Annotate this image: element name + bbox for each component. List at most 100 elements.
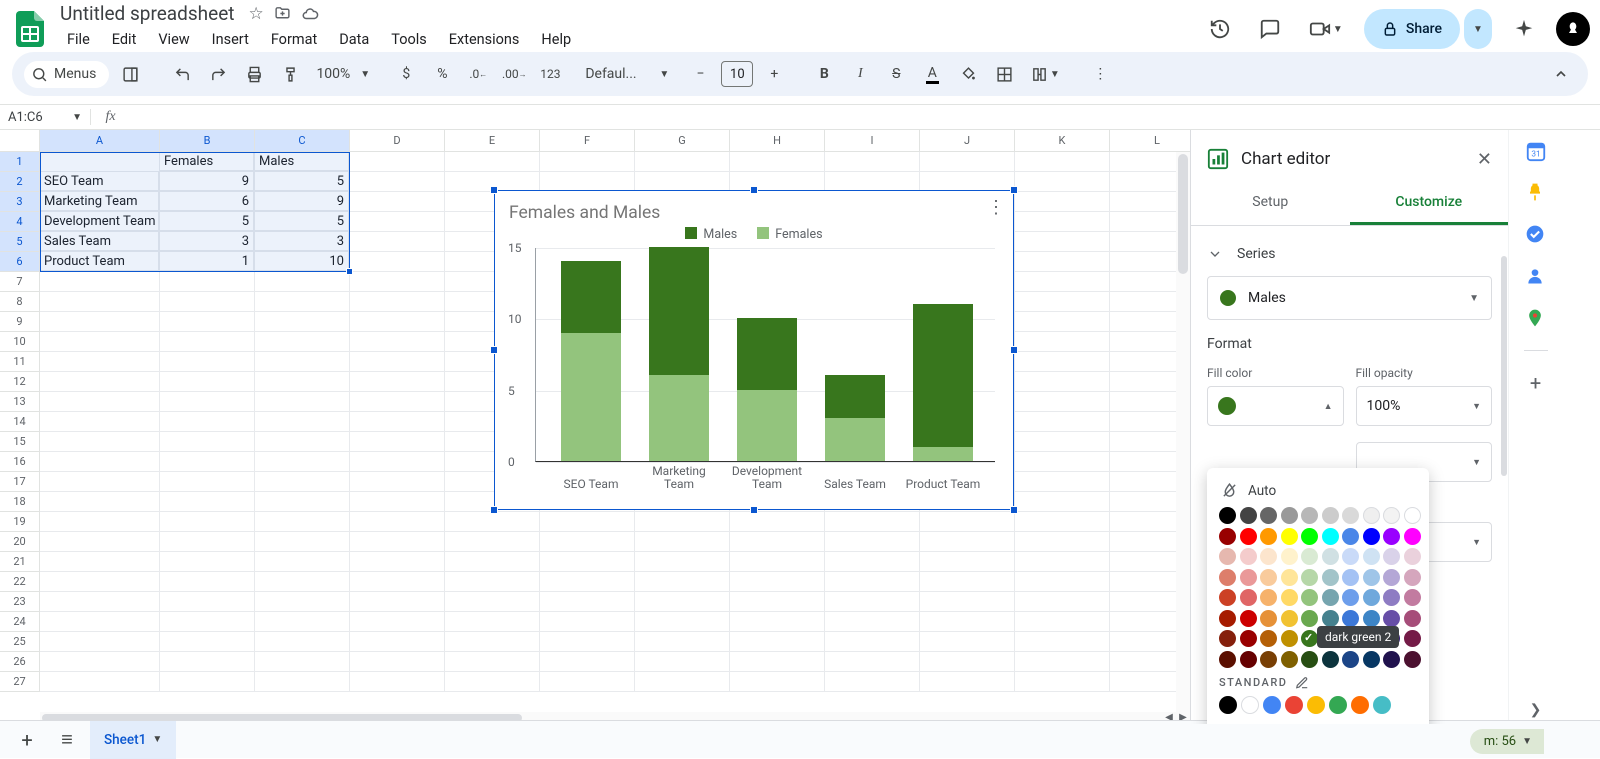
color-swatch[interactable]: [1342, 528, 1359, 545]
color-swatch[interactable]: [1219, 507, 1236, 524]
redo-button[interactable]: [203, 59, 233, 89]
strike-button[interactable]: S: [881, 59, 911, 89]
menu-extensions[interactable]: Extensions: [440, 27, 529, 52]
color-swatch[interactable]: [1383, 528, 1400, 545]
all-sheets-button[interactable]: ≡: [50, 723, 84, 757]
col-header-E[interactable]: E: [445, 130, 540, 152]
cell[interactable]: Females: [160, 152, 254, 171]
sidebar-scrollbar[interactable]: [1500, 226, 1508, 724]
menu-data[interactable]: Data: [330, 27, 378, 52]
row-header-22[interactable]: 22: [0, 572, 40, 592]
color-swatch[interactable]: [1322, 610, 1339, 627]
cell[interactable]: Marketing Team: [40, 192, 159, 211]
color-swatch[interactable]: [1301, 548, 1318, 565]
menu-tools[interactable]: Tools: [382, 27, 436, 52]
pencil-icon[interactable]: [1295, 676, 1309, 690]
color-swatch[interactable]: [1342, 507, 1359, 524]
color-swatch[interactable]: [1363, 610, 1380, 627]
row-header-1[interactable]: 1: [0, 152, 40, 172]
color-swatch[interactable]: [1301, 651, 1318, 668]
standard-color-swatch[interactable]: [1351, 696, 1369, 714]
collapse-toolbar-button[interactable]: [1546, 59, 1576, 89]
color-swatch[interactable]: [1301, 528, 1318, 545]
color-swatch[interactable]: [1342, 569, 1359, 586]
account-avatar[interactable]: [1556, 12, 1590, 46]
color-swatch[interactable]: [1240, 651, 1257, 668]
color-swatch[interactable]: [1281, 630, 1298, 647]
bold-button[interactable]: B: [809, 59, 839, 89]
color-swatch[interactable]: [1219, 548, 1236, 565]
color-swatch[interactable]: [1301, 507, 1318, 524]
color-swatch[interactable]: [1301, 630, 1318, 647]
row-header-15[interactable]: 15: [0, 432, 40, 452]
row-header-8[interactable]: 8: [0, 292, 40, 312]
standard-color-swatch[interactable]: [1373, 696, 1391, 714]
standard-color-swatch[interactable]: [1219, 696, 1237, 714]
selection-handle[interactable]: [346, 268, 353, 275]
currency-button[interactable]: $: [391, 59, 421, 89]
hide-rail-button[interactable]: ❯: [1530, 702, 1542, 718]
color-swatch[interactable]: [1383, 569, 1400, 586]
color-swatch[interactable]: [1383, 507, 1400, 524]
color-swatch[interactable]: [1301, 610, 1318, 627]
row-header-10[interactable]: 10: [0, 332, 40, 352]
color-swatch[interactable]: [1240, 589, 1257, 606]
row-header-27[interactable]: 27: [0, 672, 40, 692]
cell[interactable]: 5: [255, 172, 349, 191]
undo-button[interactable]: [167, 59, 197, 89]
color-swatch[interactable]: [1404, 528, 1421, 545]
share-button[interactable]: Share: [1364, 9, 1460, 49]
menu-format[interactable]: Format: [262, 27, 326, 52]
menu-edit[interactable]: Edit: [103, 27, 146, 52]
menu-insert[interactable]: Insert: [203, 27, 258, 52]
color-swatch[interactable]: [1383, 651, 1400, 668]
color-swatch[interactable]: [1240, 569, 1257, 586]
percent-button[interactable]: %: [427, 59, 457, 89]
color-swatch[interactable]: [1219, 589, 1236, 606]
menu-view[interactable]: View: [149, 27, 198, 52]
color-swatch[interactable]: [1240, 610, 1257, 627]
series-select[interactable]: Males ▼: [1207, 276, 1492, 320]
cloud-status-icon[interactable]: [301, 5, 319, 23]
row-header-21[interactable]: 21: [0, 552, 40, 572]
add-sheet-button[interactable]: +: [10, 723, 44, 757]
color-swatch[interactable]: [1342, 589, 1359, 606]
color-swatch[interactable]: [1301, 569, 1318, 586]
chart-object[interactable]: ⋮ Females and Males Males Females 051015…: [494, 190, 1014, 510]
standard-color-swatch[interactable]: [1307, 696, 1325, 714]
row-header-11[interactable]: 11: [0, 352, 40, 372]
calendar-rail-icon[interactable]: 31: [1525, 140, 1547, 162]
fill-color-select[interactable]: ▲: [1207, 386, 1344, 426]
color-swatch[interactable]: [1363, 651, 1380, 668]
paint-format-button[interactable]: [275, 59, 305, 89]
color-swatch[interactable]: [1342, 610, 1359, 627]
color-swatch[interactable]: [1260, 589, 1277, 606]
color-swatch[interactable]: [1363, 548, 1380, 565]
row-header-9[interactable]: 9: [0, 312, 40, 332]
color-swatch[interactable]: [1342, 548, 1359, 565]
color-swatch[interactable]: [1383, 589, 1400, 606]
toolbar-search[interactable]: Menus: [24, 61, 109, 88]
share-caret[interactable]: ▼: [1464, 9, 1492, 49]
status-pill[interactable]: m: 56▼: [1470, 729, 1544, 754]
color-swatch[interactable]: [1383, 548, 1400, 565]
col-header-C[interactable]: C: [255, 130, 350, 152]
doc-name[interactable]: Untitled spreadsheet: [54, 0, 241, 27]
fontsize-input[interactable]: 10: [721, 61, 753, 87]
cell[interactable]: Males: [255, 152, 349, 171]
row-header-20[interactable]: 20: [0, 532, 40, 552]
color-swatch[interactable]: [1281, 569, 1298, 586]
print-button[interactable]: [239, 59, 269, 89]
tab-setup[interactable]: Setup: [1191, 184, 1350, 225]
row-header-7[interactable]: 7: [0, 272, 40, 292]
row-header-6[interactable]: 6: [0, 252, 40, 272]
gemini-icon[interactable]: [1506, 11, 1542, 47]
history-icon[interactable]: [1202, 11, 1238, 47]
decrease-decimal-button[interactable]: .0←: [463, 59, 493, 89]
menu-help[interactable]: Help: [532, 27, 580, 52]
color-swatch[interactable]: [1404, 610, 1421, 627]
color-swatch[interactable]: [1219, 569, 1236, 586]
col-header-F[interactable]: F: [540, 130, 635, 152]
row-header-26[interactable]: 26: [0, 652, 40, 672]
row-header-3[interactable]: 3: [0, 192, 40, 212]
